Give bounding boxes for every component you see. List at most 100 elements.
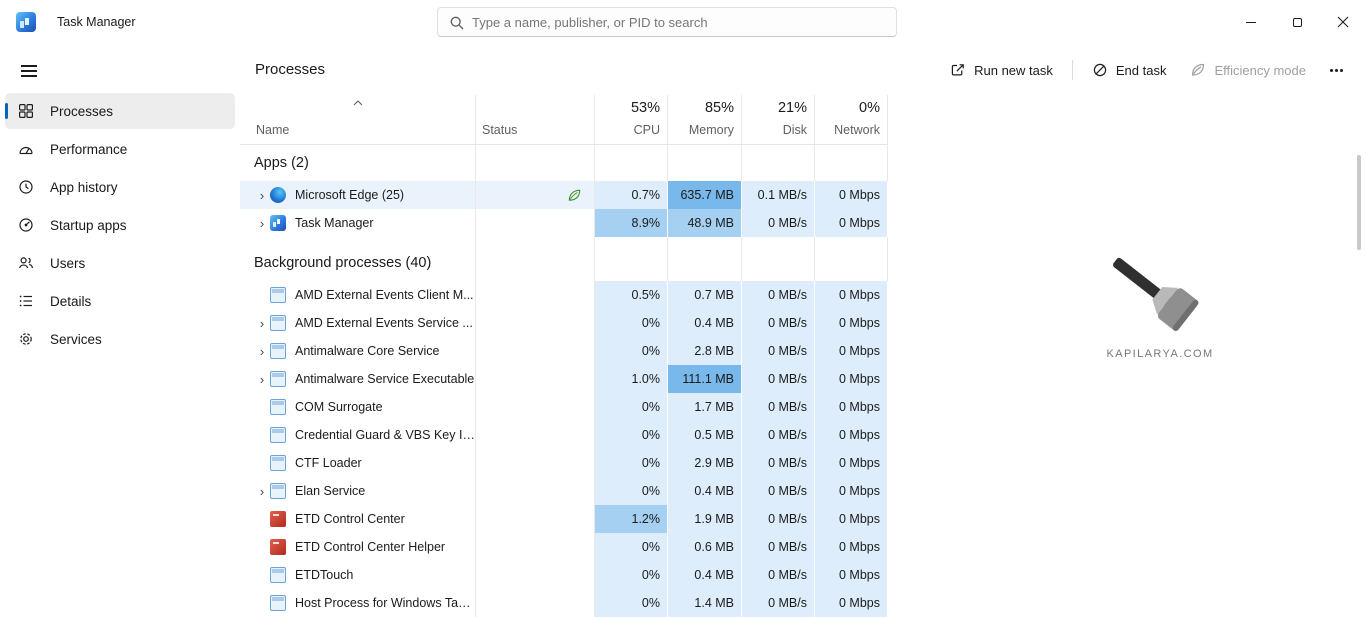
maximize-button[interactable] (1274, 0, 1320, 44)
name-cell: › Task Manager (240, 209, 476, 237)
sidebar-item-services[interactable]: Services (5, 321, 235, 357)
disk-cell: 0 MB/s (742, 533, 815, 561)
process-row[interactable]: AMD External Events Client M... 0.5% 0.7… (240, 281, 888, 309)
search-icon (449, 15, 465, 31)
process-row[interactable]: Credential Guard & VBS Key Is... 0% 0.5 … (240, 421, 888, 449)
name-cell: AMD External Events Client M... (240, 281, 476, 309)
sidebar-item-label: Users (50, 256, 85, 271)
search-input[interactable] (472, 8, 892, 36)
more-options-button[interactable] (1319, 55, 1354, 85)
process-name: ETD Control Center Helper (295, 540, 445, 554)
network-cell: 0 Mbps (815, 365, 888, 393)
process-row[interactable]: ETD Control Center 1.2% 1.9 MB 0 MB/s 0 … (240, 505, 888, 533)
search-box (437, 7, 897, 37)
expand-chevron-icon[interactable]: › (254, 216, 270, 231)
process-row[interactable]: › AMD External Events Service ... 0% 0.4… (240, 309, 888, 337)
run-new-task-button[interactable]: Run new task (939, 55, 1064, 85)
efficiency-mode-button[interactable]: Efficiency mode (1179, 55, 1317, 85)
network-cell: 0 Mbps (815, 449, 888, 477)
process-row[interactable]: › Elan Service 0% 0.4 MB 0 MB/s 0 Mbps (240, 477, 888, 505)
sidebar-item-app-history[interactable]: App history (5, 169, 235, 205)
sidebar-nav: Processes Performance App history Startu… (0, 91, 240, 359)
process-group-header[interactable]: Apps (2) (240, 145, 888, 181)
performance-icon (18, 141, 34, 157)
sidebar-item-label: Startup apps (50, 218, 127, 233)
minimize-button[interactable] (1228, 0, 1274, 44)
disk-cell: 0 MB/s (742, 393, 815, 421)
process-row[interactable]: COM Surrogate 0% 1.7 MB 0 MB/s 0 Mbps (240, 393, 888, 421)
window-title: Task Manager (57, 15, 136, 29)
memory-cell: 0.6 MB (668, 533, 742, 561)
expand-chevron-icon[interactable]: › (254, 344, 270, 359)
status-cell (476, 589, 595, 617)
end-task-icon (1092, 62, 1108, 78)
name-cell: ETD Control Center Helper (240, 533, 476, 561)
column-header-name[interactable]: Name (240, 95, 476, 144)
process-row[interactable]: › Antimalware Service Executable 1.0% 11… (240, 365, 888, 393)
sidebar-item-label: Processes (50, 104, 113, 119)
network-cell: 0 Mbps (815, 281, 888, 309)
run-new-task-label: Run new task (974, 63, 1053, 78)
group-spacer-row (240, 237, 888, 245)
sidebar-item-performance[interactable]: Performance (5, 131, 235, 167)
disk-cell: 0 MB/s (742, 505, 815, 533)
process-icon (270, 187, 286, 203)
status-cell (476, 561, 595, 589)
navigation-menu-button[interactable] (10, 54, 48, 88)
status-cell (476, 209, 595, 237)
efficiency-leaf-icon (567, 188, 582, 203)
cpu-cell: 0% (595, 561, 668, 589)
vertical-scrollbar[interactable] (1357, 155, 1361, 250)
process-icon (270, 343, 286, 359)
column-header-memory[interactable]: 85% Memory (668, 95, 742, 144)
status-cell (476, 477, 595, 505)
sort-ascending-icon (353, 100, 363, 106)
sidebar-item-users[interactable]: Users (5, 245, 235, 281)
expand-chevron-icon[interactable]: › (254, 372, 270, 387)
memory-cell: 1.4 MB (668, 589, 742, 617)
sidebar-item-processes[interactable]: Processes (5, 93, 235, 129)
column-header-network[interactable]: 0% Network (815, 95, 888, 144)
process-row[interactable]: › Antimalware Core Service 0% 2.8 MB 0 M… (240, 337, 888, 365)
expand-chevron-icon[interactable]: › (254, 188, 270, 203)
more-options-icon (1330, 69, 1333, 72)
name-cell: › Elan Service (240, 477, 476, 505)
process-row[interactable]: CTF Loader 0% 2.9 MB 0 MB/s 0 Mbps (240, 449, 888, 477)
column-header-status[interactable]: Status (476, 95, 595, 144)
cpu-cell: 1.2% (595, 505, 668, 533)
toolbar-actions: Run new task End task Efficiency mode (939, 54, 1354, 86)
process-icon (270, 315, 286, 331)
memory-cell: 635.7 MB (668, 181, 742, 209)
expand-chevron-icon[interactable]: › (254, 484, 270, 499)
memory-cell: 2.9 MB (668, 449, 742, 477)
memory-cell: 111.1 MB (668, 365, 742, 393)
status-cell (476, 181, 595, 209)
table-header: Name Status 53% CPU 85% Memory 21% Disk … (240, 95, 888, 145)
process-row[interactable]: › Task Manager 8.9% 48.9 MB 0 MB/s 0 Mbp… (240, 209, 888, 237)
process-row[interactable]: Host Process for Windows Tasks 0% 1.4 MB… (240, 589, 888, 617)
column-header-disk[interactable]: 21% Disk (742, 95, 815, 144)
process-row[interactable]: ETD Control Center Helper 0% 0.6 MB 0 MB… (240, 533, 888, 561)
network-cell: 0 Mbps (815, 181, 888, 209)
close-button[interactable] (1320, 0, 1366, 44)
process-group-header[interactable]: Background processes (40) (240, 245, 888, 281)
sidebar-item-startup-apps[interactable]: Startup apps (5, 207, 235, 243)
column-header-cpu[interactable]: 53% CPU (595, 95, 668, 144)
disk-cell: 0 MB/s (742, 589, 815, 617)
process-row[interactable]: ETDTouch 0% 0.4 MB 0 MB/s 0 Mbps (240, 561, 888, 589)
process-icon (270, 287, 286, 303)
status-cell (476, 309, 595, 337)
name-cell: ETDTouch (240, 561, 476, 589)
process-icon (270, 399, 286, 415)
cpu-cell: 0% (595, 421, 668, 449)
expand-chevron-icon[interactable]: › (254, 316, 270, 331)
process-row[interactable]: › Microsoft Edge (25) 0.7% 635.7 MB 0.1 … (240, 181, 888, 209)
end-task-button[interactable]: End task (1081, 55, 1178, 85)
name-cell: › AMD External Events Service ... (240, 309, 476, 337)
end-task-label: End task (1116, 63, 1167, 78)
memory-cell: 0.5 MB (668, 421, 742, 449)
cpu-cell: 0% (595, 589, 668, 617)
titlebar: Task Manager (0, 0, 1366, 44)
sidebar-item-details[interactable]: Details (5, 283, 235, 319)
cpu-cell: 0% (595, 393, 668, 421)
